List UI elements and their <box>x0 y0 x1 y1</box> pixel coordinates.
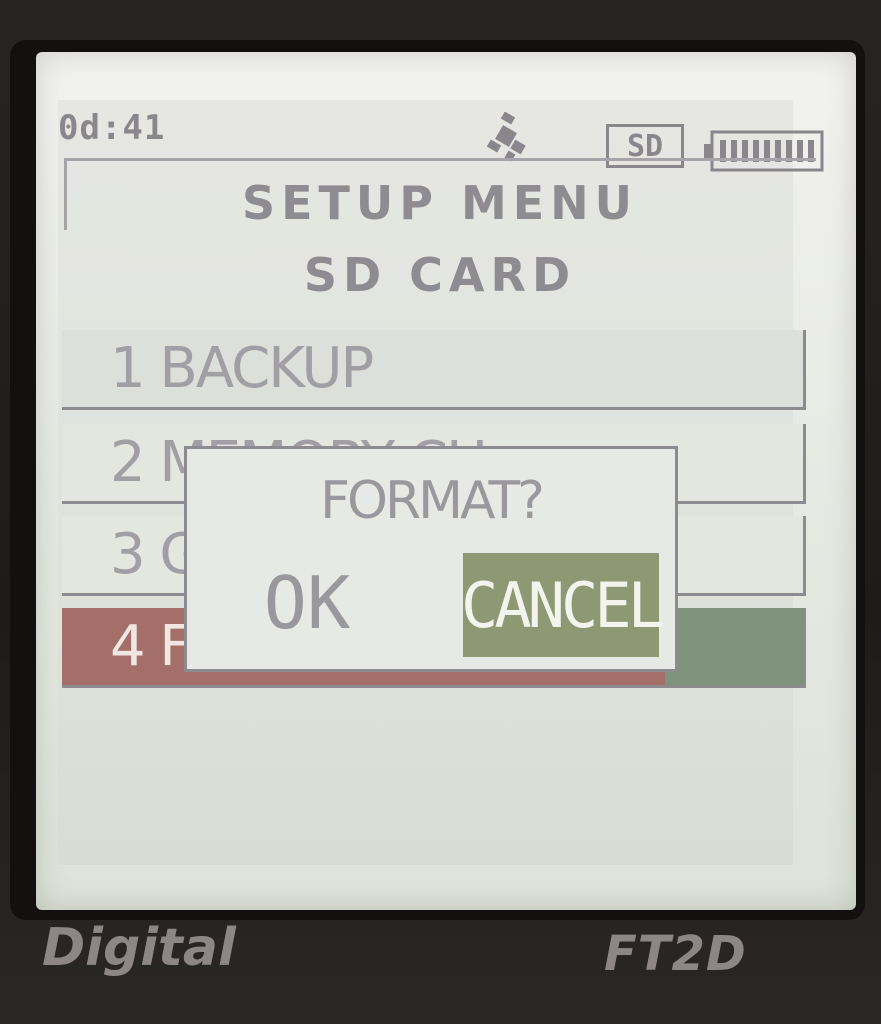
menu-item-label: 4 F <box>110 614 192 679</box>
menu-title: SETUP MENU <box>241 176 639 230</box>
clock-readout: 0d:41 <box>58 108 166 148</box>
format-confirm-dialog: FORMAT? OK CANCEL <box>184 446 678 672</box>
ok-button[interactable]: OK <box>201 543 413 663</box>
selected-row-right-segment <box>665 608 803 685</box>
menu-item-label: 1 BACKUP <box>110 336 374 401</box>
model-label: FT2D <box>604 926 747 982</box>
menu-subtitle: SD CARD <box>303 248 577 302</box>
gps-satellite-icon <box>486 112 526 162</box>
menu-item-backup[interactable]: 1 BACKUP <box>62 330 806 410</box>
brand-digital-label: Digital <box>42 918 236 978</box>
radio-body: 0d:41 SD SETUP MENU SD CARD 1 BACKUP 2 3… <box>0 0 881 1024</box>
dialog-title: FORMAT? <box>320 471 545 531</box>
cancel-button[interactable]: CANCEL <box>461 553 665 657</box>
